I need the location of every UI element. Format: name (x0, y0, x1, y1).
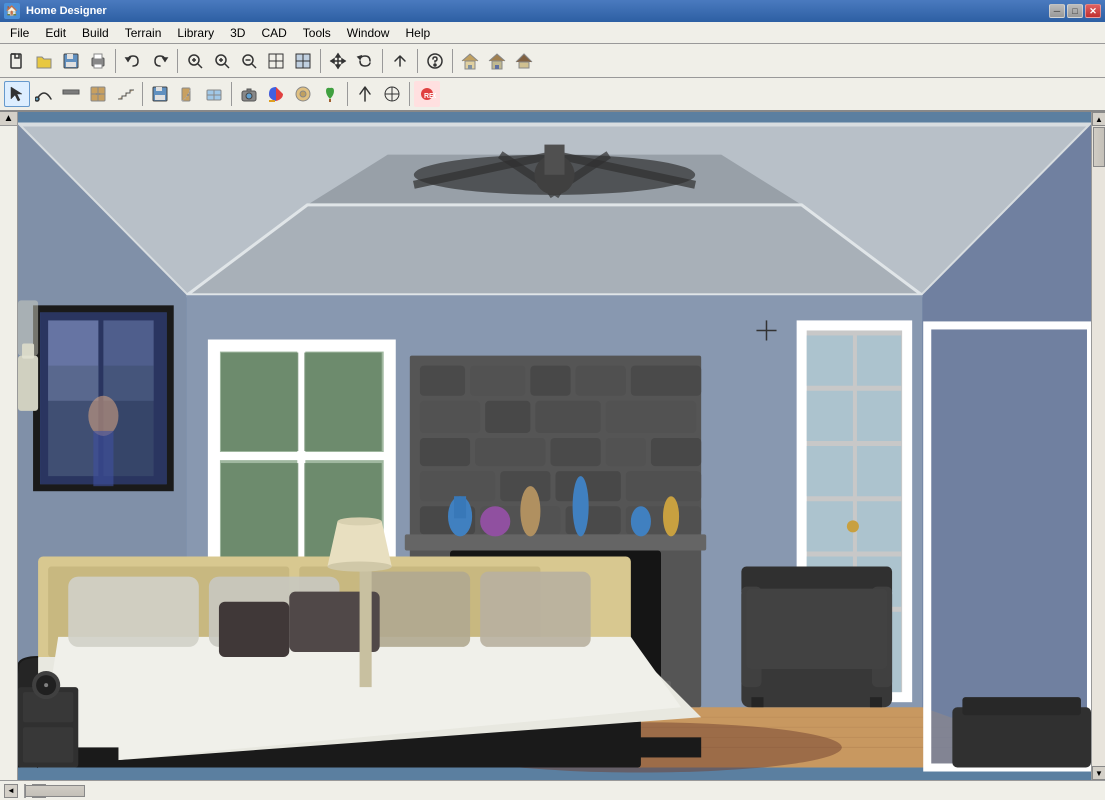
sep2-3 (347, 82, 348, 106)
horizontal-scrollbar[interactable] (24, 784, 26, 798)
arrow-tool[interactable] (352, 81, 378, 107)
sep2-2 (231, 82, 232, 106)
new-button[interactable] (4, 48, 30, 74)
h-scroll-thumb[interactable] (25, 785, 85, 797)
open-button[interactable] (31, 48, 57, 74)
left-scroll-up[interactable]: ▲ (0, 112, 17, 126)
right-scrollbar[interactable]: ▲ ▼ (1091, 112, 1105, 780)
plant-tool[interactable] (317, 81, 343, 107)
sep-5 (417, 49, 418, 73)
zoom-in-button[interactable] (209, 48, 235, 74)
rotate-button[interactable] (352, 48, 378, 74)
cabinet-tool[interactable] (85, 81, 111, 107)
sep-4 (382, 49, 383, 73)
minimize-button[interactable]: ─ (1049, 4, 1065, 18)
transform-tool[interactable] (379, 81, 405, 107)
redo-button[interactable] (147, 48, 173, 74)
title-bar: 🏠 Home Designer ─ □ ✕ (0, 0, 1105, 22)
window-title: Home Designer (26, 5, 107, 17)
arc-tool[interactable] (31, 81, 57, 107)
sep-3 (320, 49, 321, 73)
zoom-out-button[interactable] (236, 48, 262, 74)
status-scroll-controls[interactable]: ◄ ► (4, 784, 46, 798)
menu-edit[interactable]: Edit (37, 22, 74, 43)
stair-tool[interactable] (112, 81, 138, 107)
scroll-thumb[interactable] (1093, 127, 1105, 167)
svg-text:REC: REC (424, 93, 436, 100)
menu-cad[interactable]: CAD (253, 22, 294, 43)
app-icon: 🏠 (4, 3, 20, 19)
maximize-button[interactable]: □ (1067, 4, 1083, 18)
menu-3d[interactable]: 3D (222, 22, 253, 43)
menu-library[interactable]: Library (169, 22, 222, 43)
zoom-ext-button[interactable] (290, 48, 316, 74)
material-tool[interactable] (290, 81, 316, 107)
print-button[interactable] (85, 48, 111, 74)
save-button[interactable] (58, 48, 84, 74)
save2-button[interactable] (147, 81, 173, 107)
question-button[interactable] (422, 48, 448, 74)
arrow-up-btn[interactable] (387, 48, 413, 74)
record-button[interactable]: REC (414, 81, 440, 107)
menu-build[interactable]: Build (74, 22, 117, 43)
menu-terrain[interactable]: Terrain (117, 22, 170, 43)
sep2-4 (409, 82, 410, 106)
status-bar: ◄ ► (0, 780, 1105, 800)
pan-button[interactable] (325, 48, 351, 74)
door-tool[interactable] (174, 81, 200, 107)
wall-tool[interactable] (58, 81, 84, 107)
menu-bar: File Edit Build Terrain Library 3D CAD T… (0, 22, 1105, 44)
house-roof-button[interactable] (511, 48, 537, 74)
scroll-track[interactable] (1092, 126, 1105, 766)
sep-2 (177, 49, 178, 73)
left-panel: ▲ (0, 112, 18, 780)
scroll-down-arrow[interactable]: ▼ (1092, 766, 1105, 780)
toolbar-1 (0, 44, 1105, 78)
scroll-up-arrow[interactable]: ▲ (1092, 112, 1105, 126)
menu-tools[interactable]: Tools (295, 22, 339, 43)
close-button[interactable]: ✕ (1085, 4, 1101, 18)
sep2-1 (142, 82, 143, 106)
select-tool[interactable] (4, 81, 30, 107)
color-tool[interactable] (263, 81, 289, 107)
menu-help[interactable]: Help (397, 22, 438, 43)
toolbar-2: REC (0, 78, 1105, 112)
house-ext-button[interactable] (457, 48, 483, 74)
house-int-button[interactable] (484, 48, 510, 74)
menu-window[interactable]: Window (339, 22, 398, 43)
camera-tool[interactable] (236, 81, 262, 107)
main-area: ▲ (0, 112, 1105, 780)
3d-scene (18, 112, 1091, 780)
scroll-left-arrow[interactable]: ◄ (4, 784, 18, 798)
menu-file[interactable]: File (2, 22, 37, 43)
sep-6 (452, 49, 453, 73)
viewport[interactable] (18, 112, 1091, 780)
window-controls[interactable]: ─ □ ✕ (1049, 4, 1101, 18)
window-tool[interactable] (201, 81, 227, 107)
undo-button[interactable] (120, 48, 146, 74)
zoom-box-button[interactable] (263, 48, 289, 74)
sep-1 (115, 49, 116, 73)
zoom-fit-button[interactable] (182, 48, 208, 74)
